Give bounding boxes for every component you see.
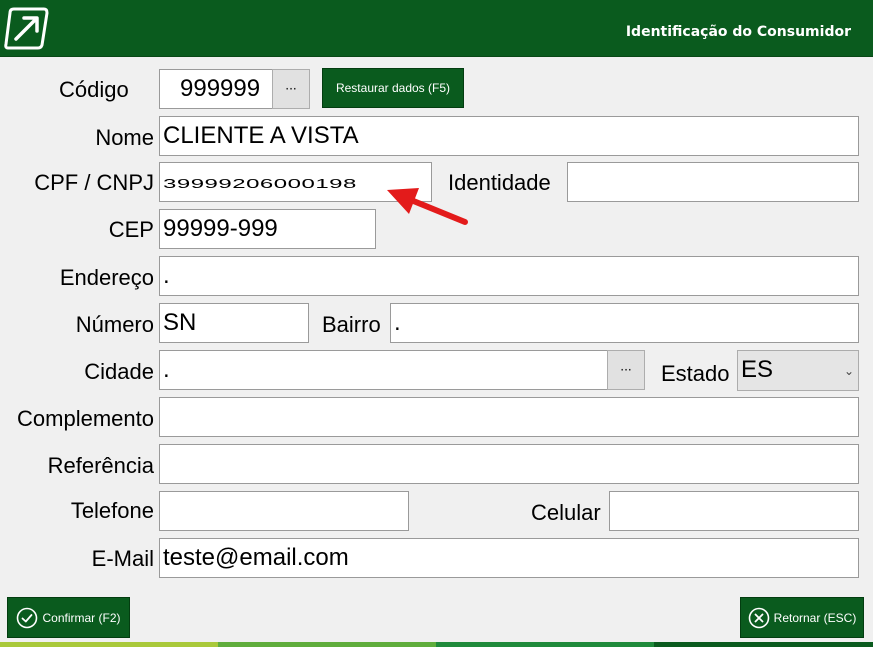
footer-stripe <box>0 642 873 647</box>
nome-label: Nome <box>95 125 154 150</box>
numero-label: Número <box>75 312 154 337</box>
bairro-label: Bairro <box>322 312 381 337</box>
cpf-cnpj-label: CPF / CNPJ <box>34 170 154 195</box>
referencia-label: Referência <box>47 453 154 478</box>
restore-data-button[interactable]: Restaurar dados (F5) <box>322 68 464 108</box>
email-input[interactable]: teste@email.com <box>159 538 859 578</box>
red-arrow-annotation <box>387 188 468 225</box>
confirm-label: Confirmar (F2) <box>42 610 121 625</box>
cpf-cnpj-value: 39999206000198 <box>163 176 357 192</box>
codigo-label: Código <box>59 77 129 102</box>
cidade-label: Cidade <box>84 359 154 384</box>
estado-select[interactable]: ES ⌄ <box>737 350 859 391</box>
window-title: Identificação do Consumidor <box>625 24 851 40</box>
back-button[interactable]: Retornar (ESC) <box>740 597 864 638</box>
bairro-input[interactable]: . <box>390 303 859 343</box>
endereco-label: Endereço <box>59 265 154 290</box>
cep-label: CEP <box>108 217 154 242</box>
cep-input[interactable]: 99999-999 <box>159 209 376 249</box>
celular-label: Celular <box>531 500 601 525</box>
codigo-lookup-button[interactable]: ··· <box>272 69 310 109</box>
chevron-down-icon: ⌄ <box>843 364 854 378</box>
cidade-input[interactable]: . <box>159 350 608 390</box>
cidade-lookup-button[interactable]: ··· <box>607 350 645 390</box>
referencia-input[interactable] <box>159 444 859 484</box>
confirm-button[interactable]: Confirmar (F2) <box>7 597 130 638</box>
complemento-label: Complemento <box>17 406 154 431</box>
telefone-label: Telefone <box>70 498 154 523</box>
telefone-input[interactable] <box>159 491 409 531</box>
logo-arrow-icon <box>4 7 49 50</box>
estado-label: Estado <box>661 361 730 386</box>
identidade-input[interactable] <box>567 162 859 202</box>
numero-input[interactable]: SN <box>159 303 309 343</box>
nome-input[interactable]: CLIENTE A VISTA <box>159 116 859 156</box>
endereco-input[interactable]: . <box>159 256 859 296</box>
close-circle-icon <box>748 607 769 628</box>
complemento-input[interactable] <box>159 397 859 437</box>
back-label: Retornar (ESC) <box>773 610 857 625</box>
email-label: E-Mail <box>91 546 154 571</box>
check-circle-icon <box>17 607 38 628</box>
codigo-input[interactable]: 999999 <box>159 69 273 109</box>
estado-value: ES <box>741 356 774 383</box>
app-header: Identificação do Consumidor <box>0 0 873 57</box>
celular-input[interactable] <box>609 491 859 531</box>
